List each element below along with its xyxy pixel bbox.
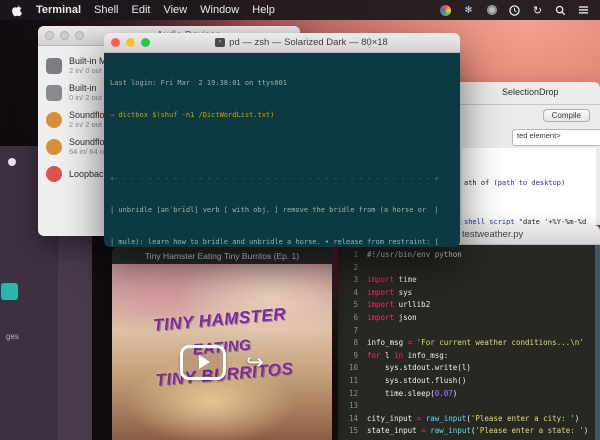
soundflower-icon [46, 138, 62, 155]
menu-bar: Terminal Shell Edit View Window Help ❄ ↻ [0, 0, 600, 20]
minimize-button[interactable] [60, 31, 69, 40]
minimize-button[interactable] [126, 38, 135, 47]
sync-icon[interactable]: ↻ [531, 4, 544, 17]
code-line: 1 #!/usr/bin/env python [353, 250, 462, 259]
device-channels: 2 in/ 0 out [69, 66, 102, 75]
code-line: 12 time.sleep(0.07) [348, 388, 458, 398]
device-name: Built-in Mi [69, 56, 109, 66]
terminal-line: | mule): learn how to bridle and unbridl… [110, 238, 439, 247]
close-button[interactable] [111, 38, 120, 47]
menu-shell[interactable]: Shell [94, 4, 118, 16]
menu-status-area: ❄ ↻ [439, 4, 590, 17]
video-window: Tiny Hamster Eating Tiny Burritos (Ep. 1… [112, 247, 332, 440]
code-line: 9 for l in info_msg: [353, 350, 449, 360]
compile-button[interactable]: Compile [542, 109, 590, 122]
sidebar-teal-tile[interactable] [1, 283, 18, 300]
code-line: 10 sys.stdout.write(l) [348, 363, 471, 373]
terminal-window-controls [111, 38, 150, 47]
editor-window-title: testweather.py [462, 229, 524, 240]
code-line: 4 import sys [353, 287, 413, 297]
video-title: Tiny Hamster Eating Tiny Burritos (Ep. 1… [144, 250, 300, 261]
code-line: 15 state_input = raw_input('Please enter … [348, 426, 589, 436]
menu-view[interactable]: View [163, 4, 187, 16]
terminal-window: › pd — zsh — Solarized Dark — 80×18 Last … [104, 33, 460, 247]
video-frame[interactable]: TINY HAMSTER EATING TINY BURRITOS ↪ [112, 264, 332, 440]
code-line: 6 import json [353, 312, 417, 322]
code-line: 5 import urllib2 [353, 300, 431, 310]
applescript-code[interactable]: ath of (path to desktop) shell script "d… [462, 148, 596, 421]
terminal-line: | unbridle [ənˈbrīdl] verb [ with obj. ]… [110, 206, 439, 215]
code-line: 14 city_input = raw_input('Please enter a… [348, 413, 580, 423]
code-line: 13 [348, 401, 358, 411]
device-name: Built-in [69, 83, 97, 93]
clock-icon[interactable] [508, 4, 521, 17]
menu-edit[interactable]: Edit [132, 4, 151, 16]
microphone-icon [46, 57, 62, 74]
code-line: 11 sys.stdout.flush() [348, 375, 467, 385]
desktop: Terminal Shell Edit View Window Help ❄ ↻ [0, 0, 600, 440]
loopback-icon [46, 165, 62, 182]
video-controls: ↪ [112, 344, 332, 380]
sidebar-label: ges [6, 332, 19, 341]
play-button[interactable] [180, 344, 227, 380]
menu-help[interactable]: Help [252, 4, 275, 16]
scrollbar[interactable] [595, 245, 600, 440]
zoom-button[interactable] [75, 31, 84, 40]
code-line: 7 [353, 325, 358, 335]
terminal-title: › pd — zsh — Solarized Dark — 80×18 [150, 37, 453, 48]
python-editor-window: testweather.py 1 #!/usr/bin/env python 2 … [338, 225, 600, 440]
code-line: 2 [353, 262, 358, 272]
share-icon[interactable]: ↪ [246, 352, 264, 373]
terminal-line: +- - - - - - - - - - - - - - - - - - - -… [110, 174, 439, 183]
editor-content[interactable]: 1 #!/usr/bin/env python 2 3 import time 4i… [338, 245, 600, 440]
notification-list-icon[interactable] [577, 4, 590, 17]
menu-terminal[interactable]: Terminal [36, 4, 81, 16]
code-line: 3 import time [353, 275, 417, 285]
terminal-line: → dictbox $(shuf -n1 /DictWordList.txt) [110, 110, 275, 119]
terminal-content[interactable]: Last login: Fri Mar 2 19:38:01 on ttys00… [104, 53, 460, 247]
dial-icon[interactable] [485, 4, 498, 17]
snowflake-icon[interactable]: ❄ [462, 4, 475, 17]
audio-window-controls [45, 31, 84, 40]
palette-icon[interactable] [439, 4, 452, 17]
menu-window[interactable]: Window [200, 4, 239, 16]
code-line: 8 info_msg = 'For current weather conditi… [353, 338, 584, 348]
terminal-icon: › [215, 38, 226, 47]
terminal-line: Last login: Fri Mar 2 19:38:01 on ttys00… [110, 79, 288, 88]
play-icon [199, 355, 211, 370]
apple-icon [11, 4, 22, 16]
close-button[interactable] [45, 31, 54, 40]
soundflower-icon [46, 111, 62, 128]
speaker-icon [46, 84, 62, 101]
video-window-titlebar[interactable]: Tiny Hamster Eating Tiny Burritos (Ep. 1… [112, 247, 332, 264]
zoom-button[interactable] [141, 38, 150, 47]
apple-menu[interactable] [10, 4, 23, 17]
terminal-titlebar[interactable]: › pd — zsh — Solarized Dark — 80×18 [104, 33, 460, 53]
avatar[interactable] [8, 158, 16, 166]
device-name: Loopback [69, 168, 109, 179]
search-icon[interactable] [554, 4, 567, 17]
script-window-label: SelectionDrop [502, 87, 559, 97]
code-line: ath of (path to desktop) [464, 179, 566, 187]
element-dropdown[interactable]: ted element> [512, 129, 600, 146]
device-channels: 0 in/ 2 out [69, 93, 102, 102]
